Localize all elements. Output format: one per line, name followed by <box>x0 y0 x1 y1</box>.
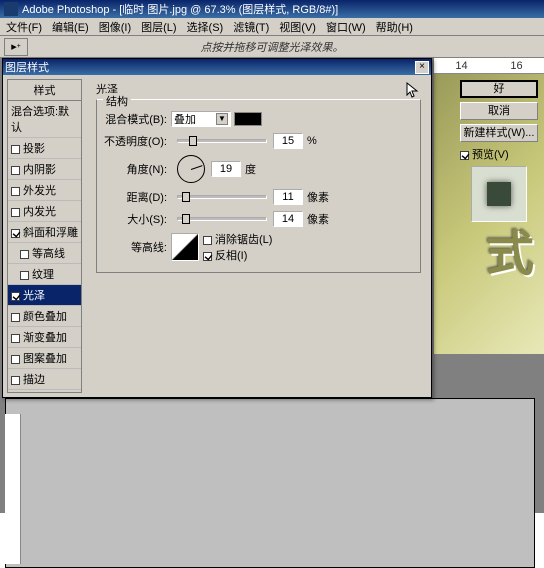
color-swatch[interactable] <box>234 112 262 126</box>
settings-panel: 光泽 结构 混合模式(B): 叠加▼ 不透明度(O): 15 % 角 <box>86 75 431 397</box>
style-item-颜色叠加[interactable]: 颜色叠加 <box>8 306 81 327</box>
menu-view[interactable]: 视图(V) <box>279 19 316 35</box>
opacity-label: 不透明度(O): <box>103 133 167 149</box>
app-titlebar: Adobe Photoshop - [临时 图片.jpg @ 67.3% (图层… <box>0 0 544 18</box>
chevron-down-icon: ▼ <box>216 113 228 125</box>
layer-text: 式 <box>486 214 534 284</box>
layer-style-dialog: 图层样式 × 样式 混合选项:默认 投影内阴影外发光内发光斜面和浮雕等高线纹理光… <box>2 58 432 398</box>
style-item-图案叠加[interactable]: 图案叠加 <box>8 348 81 369</box>
opacity-slider[interactable] <box>177 139 267 143</box>
canvas-secondary <box>5 398 535 568</box>
app-icon <box>4 2 18 16</box>
style-checkbox[interactable] <box>11 334 20 343</box>
style-checkbox[interactable] <box>11 313 20 322</box>
new-style-button[interactable]: 新建样式(W)... <box>460 124 538 142</box>
angle-dial[interactable] <box>177 155 205 183</box>
opacity-input[interactable]: 15 <box>273 133 303 149</box>
style-item-内发光[interactable]: 内发光 <box>8 201 81 222</box>
dialog-buttons: 好 取消 新建样式(W)... 预览(V) <box>460 80 538 222</box>
options-hint: 点按并拖移可调整光泽效果。 <box>201 39 344 55</box>
style-checkbox[interactable] <box>11 145 20 154</box>
ruler-horizontal: 14 16 <box>434 58 544 74</box>
style-checkbox[interactable] <box>11 229 20 238</box>
style-checkbox[interactable] <box>11 292 20 301</box>
blend-mode-label: 混合模式(B): <box>103 111 167 127</box>
style-item-描边[interactable]: 描边 <box>8 369 81 390</box>
angle-label: 角度(N): <box>103 161 167 177</box>
menu-window[interactable]: 窗口(W) <box>326 19 366 35</box>
move-tool-icon[interactable]: ▸+ <box>4 38 28 56</box>
distance-label: 距离(D): <box>103 189 167 205</box>
dialog-title: 图层样式 <box>5 59 49 75</box>
invert-checkbox[interactable] <box>203 252 212 261</box>
app-title: Adobe Photoshop - [临时 图片.jpg @ 67.3% (图层… <box>22 1 338 17</box>
blend-options-item[interactable]: 混合选项:默认 <box>8 101 81 138</box>
close-icon[interactable]: × <box>415 61 429 74</box>
style-checkbox[interactable] <box>11 166 20 175</box>
styles-header[interactable]: 样式 <box>8 80 81 101</box>
menu-edit[interactable]: 编辑(E) <box>52 19 89 35</box>
styles-list: 样式 混合选项:默认 投影内阴影外发光内发光斜面和浮雕等高线纹理光泽颜色叠加渐变… <box>7 79 82 393</box>
style-item-外发光[interactable]: 外发光 <box>8 180 81 201</box>
menu-select[interactable]: 选择(S) <box>187 19 224 35</box>
style-item-斜面和浮雕[interactable]: 斜面和浮雕 <box>8 222 81 243</box>
cancel-button[interactable]: 取消 <box>460 102 538 120</box>
contour-picker[interactable] <box>171 233 199 261</box>
size-slider[interactable] <box>177 217 267 221</box>
structure-legend: 结构 <box>103 93 131 109</box>
style-checkbox[interactable] <box>11 355 20 364</box>
preview-checkbox[interactable] <box>460 151 469 160</box>
style-item-等高线[interactable]: 等高线 <box>8 243 81 264</box>
panel-title: 光泽 <box>96 81 421 97</box>
options-bar: ▸+ 点按并拖移可调整光泽效果。 <box>0 36 544 58</box>
distance-slider[interactable] <box>177 195 267 199</box>
style-checkbox[interactable] <box>11 208 20 217</box>
style-checkbox[interactable] <box>11 376 20 385</box>
menu-file[interactable]: 文件(F) <box>6 19 42 35</box>
ok-button[interactable]: 好 <box>460 80 538 98</box>
menu-layer[interactable]: 图层(L) <box>141 19 176 35</box>
ruler-vertical <box>5 414 21 564</box>
distance-input[interactable]: 11 <box>273 189 303 205</box>
menu-help[interactable]: 帮助(H) <box>376 19 413 35</box>
dialog-titlebar[interactable]: 图层样式 × <box>3 59 431 75</box>
preview-swatch <box>471 166 527 222</box>
blend-mode-select[interactable]: 叠加▼ <box>171 111 231 127</box>
size-label: 大小(S): <box>103 211 167 227</box>
antialias-checkbox[interactable] <box>203 236 212 245</box>
style-item-内阴影[interactable]: 内阴影 <box>8 159 81 180</box>
style-item-纹理[interactable]: 纹理 <box>8 264 81 285</box>
style-checkbox[interactable] <box>20 271 29 280</box>
style-checkbox[interactable] <box>11 187 20 196</box>
style-item-光泽[interactable]: 光泽 <box>8 285 81 306</box>
menu-filter[interactable]: 滤镜(T) <box>233 19 269 35</box>
structure-group: 结构 混合模式(B): 叠加▼ 不透明度(O): 15 % 角度(N): <box>96 99 421 273</box>
angle-input[interactable]: 19 <box>211 161 241 177</box>
size-input[interactable]: 14 <box>273 211 303 227</box>
menubar: 文件(F) 编辑(E) 图像(I) 图层(L) 选择(S) 滤镜(T) 视图(V… <box>0 18 544 36</box>
style-item-渐变叠加[interactable]: 渐变叠加 <box>8 327 81 348</box>
menu-image[interactable]: 图像(I) <box>99 19 131 35</box>
style-checkbox[interactable] <box>20 250 29 259</box>
contour-label: 等高线: <box>103 239 167 255</box>
style-item-投影[interactable]: 投影 <box>8 138 81 159</box>
